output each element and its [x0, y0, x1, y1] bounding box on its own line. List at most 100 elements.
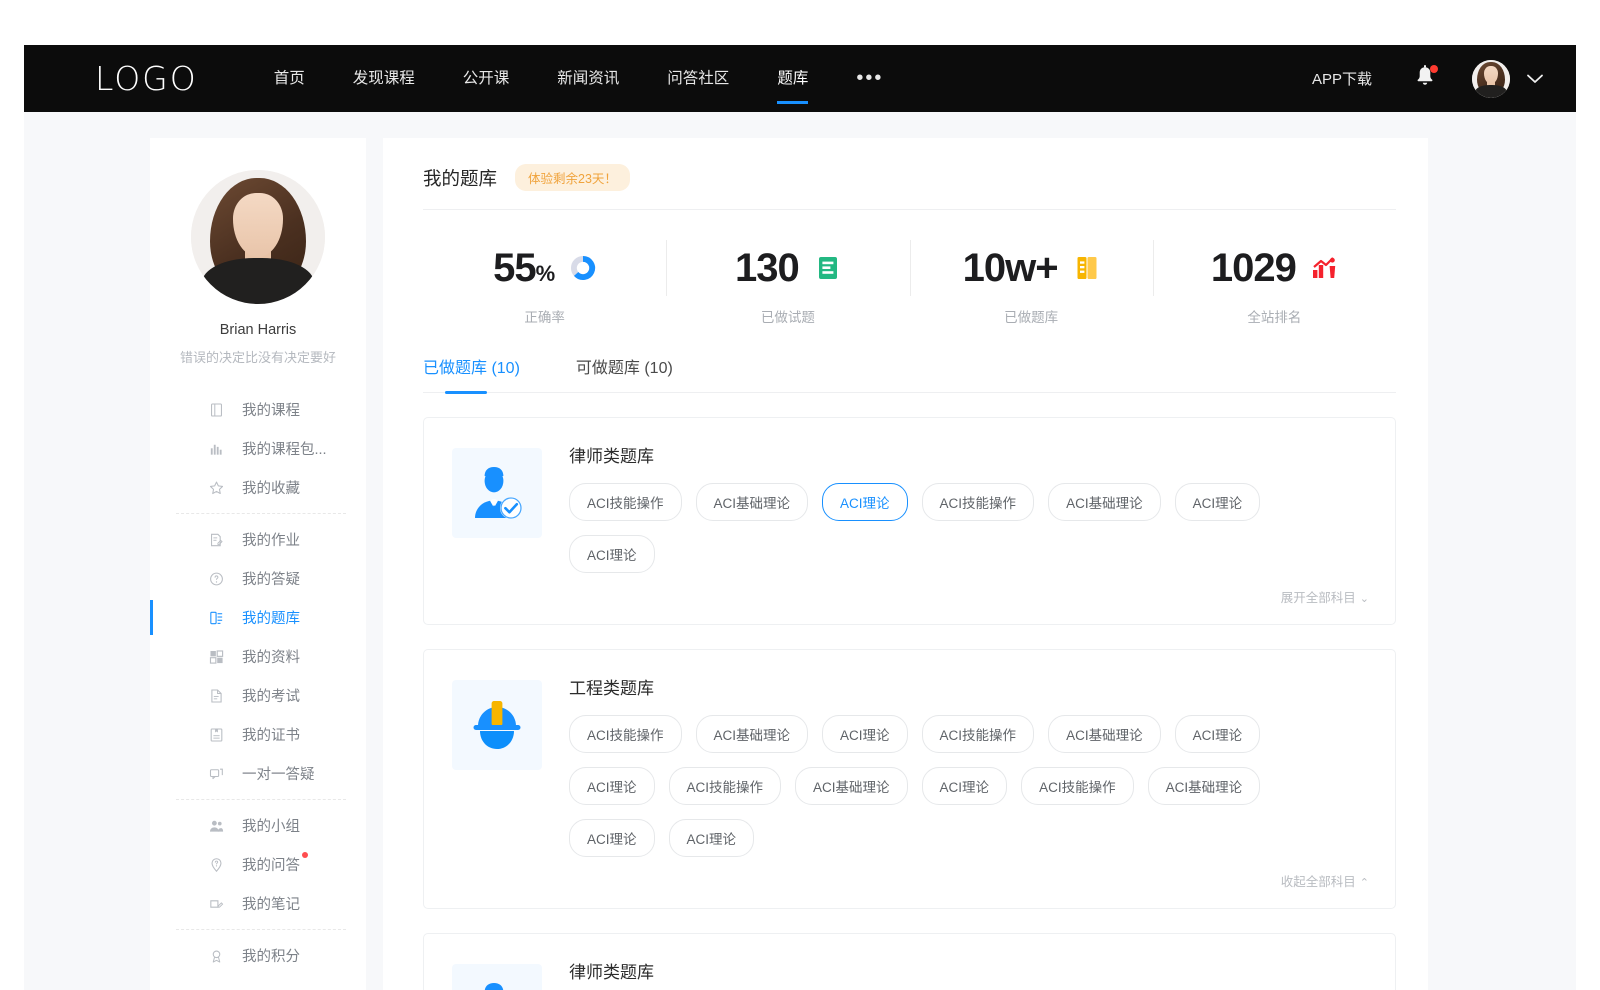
engineer-helmet-icon — [467, 695, 527, 755]
sidebar-divider — [176, 929, 346, 930]
donut-chart-icon — [570, 255, 596, 281]
materials-icon — [208, 648, 225, 665]
bank-card-expand-toggle[interactable]: 收起全部科目⌃ — [569, 871, 1371, 898]
green-book-icon — [816, 255, 840, 281]
nav-link-5[interactable]: 题库 — [777, 45, 808, 112]
homework-icon — [208, 531, 225, 548]
note-icon — [208, 895, 225, 912]
stat-value: 10w+ — [963, 246, 1058, 291]
stat-value-number: 55 — [493, 246, 536, 290]
subject-chip[interactable]: ACI基础理论 — [696, 483, 809, 521]
nav-link-3[interactable]: 新闻资讯 — [557, 45, 619, 112]
one-to-one-icon — [208, 765, 225, 782]
chevron-down-icon[interactable] — [1526, 73, 1544, 85]
question-bank-icon — [208, 609, 225, 626]
materials-icon — [208, 648, 225, 665]
screenshot-root: LOGO 首页发现课程 公开课新闻资讯问答社区题库 ••• APP下载 — [0, 0, 1600, 990]
chevron-down-icon: ⌄ — [1360, 593, 1369, 605]
question-circle-icon — [208, 570, 225, 587]
sidebar-menu: 我的课程我的课程包... 我的收藏我的作业我的答疑我的题库我的资料我的考试我的证书… — [150, 390, 366, 975]
donut-chart-icon — [570, 255, 596, 281]
stat-value-suffix: % — [536, 261, 555, 286]
sidebar-item-6[interactable]: 我的资料 — [150, 637, 366, 676]
sidebar-item-13[interactable]: 我的积分 — [150, 936, 366, 975]
notification-bell-button[interactable] — [1414, 65, 1436, 93]
subject-chip[interactable]: ACI技能操作 — [569, 715, 682, 753]
subject-chip[interactable]: ACI理论 — [669, 819, 755, 857]
nav-user-avatar[interactable] — [1472, 60, 1510, 98]
bank-card-body: 工程类题库ACI技能操作ACI基础理论ACI理论ACI技能操作ACI基础理论AC… — [569, 672, 1371, 898]
subject-chip[interactable]: ACI理论 — [1175, 483, 1261, 521]
subject-chip[interactable]: ACI理论 — [569, 767, 655, 805]
site-logo[interactable]: LOGO — [95, 59, 198, 98]
question-circle-icon — [208, 570, 225, 587]
sidebar-item-0[interactable]: 我的课程 — [150, 390, 366, 429]
subject-chip[interactable]: ACI理论 — [822, 715, 908, 753]
subject-chip[interactable]: ACI基础理论 — [1048, 715, 1161, 753]
book-icon — [208, 401, 225, 418]
sidebar-item-label: 我的问答 — [242, 854, 300, 875]
subject-chip[interactable]: ACI技能操作 — [922, 715, 1035, 753]
sidebar-item-5[interactable]: 我的题库 — [150, 598, 366, 637]
nav-link-1[interactable]: 发现课程 — [353, 45, 415, 112]
sidebar-item-11[interactable]: 我的问答 — [150, 845, 366, 884]
subject-chip[interactable]: ACI理论 — [569, 535, 655, 573]
subject-chip[interactable]: ACI基础理论 — [795, 767, 908, 805]
bank-card: 律师类题库ACI技能操作ACI基础理论ACI理论ACI技能操作ACI基础理论AC… — [423, 417, 1396, 625]
subject-chip[interactable]: ACI技能操作 — [669, 767, 782, 805]
rank-chart-icon — [1312, 255, 1338, 281]
app-download-link[interactable]: APP下载 — [1312, 68, 1372, 89]
bank-card: 工程类题库ACI技能操作ACI基础理论ACI理论ACI技能操作ACI基础理论AC… — [423, 649, 1396, 909]
nav-link-4[interactable]: 问答社区 — [667, 45, 729, 112]
nav-link-0[interactable]: 首页 — [274, 45, 305, 112]
subject-chip[interactable]: ACI基础理论 — [696, 715, 809, 753]
group-icon — [208, 817, 225, 834]
question-bank-icon — [208, 609, 225, 626]
user-motto: 错误的决定比没有决定要好 — [150, 347, 366, 366]
sidebar-item-label: 我的答疑 — [242, 568, 300, 589]
stat-value: 130 — [735, 246, 799, 291]
tab-1[interactable]: 可做题库 (10) — [576, 354, 673, 392]
subject-chip[interactable]: ACI基础理论 — [1048, 483, 1161, 521]
content-area: Brian Harris 错误的决定比没有决定要好 我的课程我的课程包...我的… — [24, 112, 1576, 990]
bank-card-expand-toggle[interactable]: 展开全部科目⌄ — [569, 587, 1371, 614]
sidebar-divider — [176, 513, 346, 514]
sidebar-item-2[interactable]: 我的收藏 — [150, 468, 366, 507]
sidebar-user-avatar[interactable] — [191, 170, 325, 304]
avatar-image — [191, 170, 325, 304]
sidebar-item-label: 我的积分 — [242, 945, 300, 966]
subject-chip-list: ACI技能操作 ACI基础理论 ACI理论 ACI技能操作 ACI基础理论 ACI理论 AC… — [569, 715, 1371, 871]
subject-chip[interactable]: ACI基础理论 — [1148, 767, 1261, 805]
sidebar-item-1[interactable]: 我的课程包... — [150, 429, 366, 468]
sidebar-item-12[interactable]: 我的笔记 — [150, 884, 366, 923]
subject-chip[interactable]: ACI技能操作 — [922, 483, 1035, 521]
sidebar-item-9[interactable]: 一对一答疑 — [150, 754, 366, 793]
bank-card-body: 律师类题库ACI技能操作ACI基础理论ACI理论ACI技能操作ACI基础理论AC… — [569, 956, 1371, 990]
sidebar-item-label: 我的收藏 — [242, 477, 300, 498]
bank-card-title: 律师类题库 — [569, 958, 1371, 983]
subject-chip[interactable]: ACI理论 — [569, 819, 655, 857]
subject-chip[interactable]: ACI技能操作 — [1021, 767, 1134, 805]
certificate-icon — [208, 726, 225, 743]
stat-value-number: 10w+ — [963, 246, 1058, 290]
sidebar-item-10[interactable]: 我的小组 — [150, 806, 366, 845]
stat-value: 55% — [493, 246, 554, 291]
stat-value-row: 1029 — [1153, 244, 1396, 292]
tab-0[interactable]: 已做题库 (10) — [423, 354, 520, 392]
subject-chip[interactable]: ACI理论 — [822, 483, 908, 521]
nav-more-button[interactable]: ••• — [856, 45, 883, 112]
homework-icon — [208, 531, 225, 548]
nav-link-2[interactable]: 公开课 — [463, 45, 510, 112]
subject-chip[interactable]: ACI技能操作 — [569, 483, 682, 521]
sidebar-item-8[interactable]: 我的证书 — [150, 715, 366, 754]
sidebar-item-7[interactable]: 我的考试 — [150, 676, 366, 715]
sidebar-item-4[interactable]: 我的答疑 — [150, 559, 366, 598]
top-navigation-bar: LOGO 首页发现课程 公开课新闻资讯问答社区题库 ••• APP下载 — [24, 45, 1576, 112]
sidebar-divider — [176, 799, 346, 800]
sidebar-item-3[interactable]: 我的作业 — [150, 520, 366, 559]
subject-chip[interactable]: ACI理论 — [1175, 715, 1261, 753]
bar-chart-icon — [208, 440, 225, 457]
sidebar-item-label: 我的资料 — [242, 646, 300, 667]
qa-pin-icon — [208, 856, 225, 873]
subject-chip[interactable]: ACI理论 — [922, 767, 1008, 805]
